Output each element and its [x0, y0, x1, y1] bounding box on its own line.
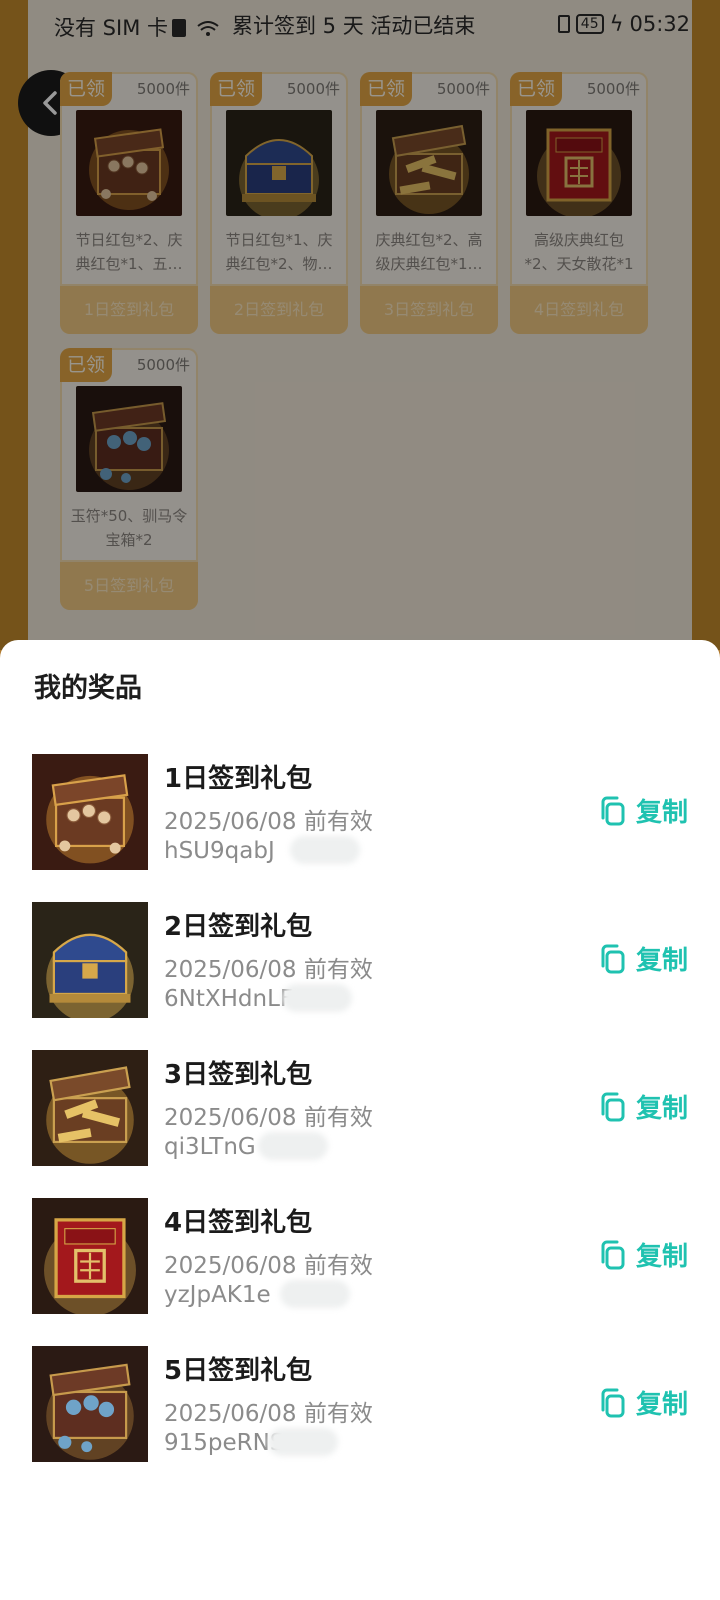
- copy-label: 复制: [635, 946, 688, 976]
- prize-thumbnail: [32, 902, 148, 1018]
- copy-icon: [601, 944, 625, 973]
- prize-valid-date: 2025/06/08 前有效: [164, 1105, 373, 1131]
- dim-overlay[interactable]: [0, 0, 720, 650]
- prize-name: 1日签到礼包: [164, 764, 313, 794]
- copy-button[interactable]: 复制: [598, 1384, 688, 1421]
- prize-code: hSU9qabJ: [164, 838, 275, 864]
- code-mask: [282, 984, 352, 1012]
- copy-button[interactable]: 复制: [598, 940, 688, 977]
- prize-code: yzJpAK1e: [164, 1282, 271, 1308]
- prize-thumbnail: [32, 754, 148, 870]
- prize-valid-date: 2025/06/08 前有效: [164, 1253, 373, 1279]
- copy-label: 复制: [635, 798, 688, 828]
- prize-name: 4日签到礼包: [164, 1208, 313, 1238]
- prize-item: 3日签到礼包 2025/06/08 前有效 qi3LTnG 复制: [32, 1050, 688, 1168]
- copy-icon: [601, 796, 625, 825]
- prize-code: qi3LTnG: [164, 1134, 256, 1160]
- copy-icon: [601, 1388, 625, 1417]
- prize-sheet: 我的奖品 1日签到礼包 2025/06/08 前有效 hSU9qabJ 复制 2…: [0, 640, 720, 1600]
- prize-thumbnail: [32, 1050, 148, 1166]
- prize-valid-date: 2025/06/08 前有效: [164, 809, 373, 835]
- code-mask: [280, 1280, 350, 1308]
- copy-label: 复制: [635, 1094, 688, 1124]
- prize-name: 2日签到礼包: [164, 912, 313, 942]
- copy-button[interactable]: 复制: [598, 1236, 688, 1273]
- copy-button[interactable]: 复制: [598, 1088, 688, 1125]
- prize-name: 5日签到礼包: [164, 1356, 313, 1386]
- copy-icon: [601, 1240, 625, 1269]
- prize-code: 6NtXHdnLF: [164, 986, 294, 1012]
- code-mask: [290, 836, 360, 864]
- prize-item: 4日签到礼包 2025/06/08 前有效 yzJpAK1e 复制: [32, 1198, 688, 1316]
- copy-label: 复制: [635, 1390, 688, 1420]
- prize-thumbnail: [32, 1198, 148, 1314]
- prize-item: 2日签到礼包 2025/06/08 前有效 6NtXHdnLF 复制: [32, 902, 688, 1020]
- copy-button[interactable]: 复制: [598, 792, 688, 829]
- sheet-title: 我的奖品: [34, 673, 142, 704]
- prize-valid-date: 2025/06/08 前有效: [164, 1401, 373, 1427]
- prize-thumbnail: [32, 1346, 148, 1462]
- copy-icon: [601, 1092, 625, 1121]
- copy-label: 复制: [635, 1242, 688, 1272]
- prize-valid-date: 2025/06/08 前有效: [164, 957, 373, 983]
- prize-name: 3日签到礼包: [164, 1060, 313, 1090]
- code-mask: [268, 1428, 338, 1456]
- code-mask: [258, 1132, 328, 1160]
- prize-item: 5日签到礼包 2025/06/08 前有效 915peRNS 复制: [32, 1346, 688, 1464]
- prize-item: 1日签到礼包 2025/06/08 前有效 hSU9qabJ 复制: [32, 754, 688, 872]
- prize-code: 915peRNS: [164, 1430, 285, 1456]
